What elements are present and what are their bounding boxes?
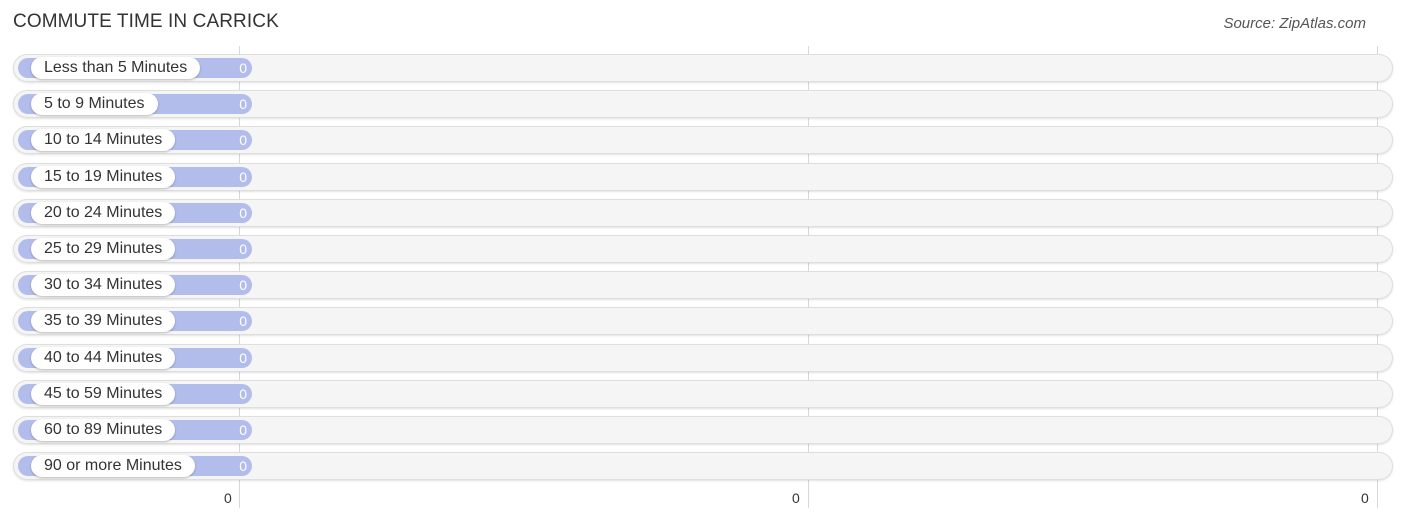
- category-label: 45 to 59 Minutes: [31, 383, 176, 405]
- category-label: Less than 5 Minutes: [31, 57, 201, 79]
- value-label: 0: [239, 96, 247, 112]
- value-label: 0: [239, 132, 247, 148]
- bar-row: 45 to 59 Minutes 0: [13, 380, 1393, 408]
- category-label: 40 to 44 Minutes: [31, 347, 176, 369]
- value-label: 0: [239, 60, 247, 76]
- category-label: 10 to 14 Minutes: [31, 129, 176, 151]
- source-label: Source: ZipAtlas.com: [1223, 15, 1366, 32]
- value-label: 0: [239, 205, 247, 221]
- bar-row: Less than 5 Minutes 0: [13, 54, 1393, 82]
- bar-row: 10 to 14 Minutes 0: [13, 126, 1393, 154]
- category-label: 90 or more Minutes: [31, 455, 195, 477]
- value-label: 0: [239, 313, 247, 329]
- bar-row: 35 to 39 Minutes 0: [13, 307, 1393, 335]
- bar-row: 60 to 89 Minutes 0: [13, 416, 1393, 444]
- category-label: 35 to 39 Minutes: [31, 310, 176, 332]
- value-label: 0: [239, 277, 247, 293]
- category-label: 60 to 89 Minutes: [31, 419, 176, 441]
- bar-row: 15 to 19 Minutes 0: [13, 163, 1393, 191]
- chart-title: COMMUTE TIME IN CARRICK: [13, 11, 279, 32]
- value-label: 0: [239, 386, 247, 402]
- x-tick-label: 0: [224, 490, 232, 506]
- category-label: 5 to 9 Minutes: [31, 93, 158, 115]
- bar-row: 30 to 34 Minutes 0: [13, 271, 1393, 299]
- value-label: 0: [239, 169, 247, 185]
- value-label: 0: [239, 241, 247, 257]
- category-label: 25 to 29 Minutes: [31, 238, 176, 260]
- category-label: 20 to 24 Minutes: [31, 202, 176, 224]
- x-tick-label: 0: [1361, 490, 1369, 506]
- value-label: 0: [239, 458, 247, 474]
- category-label: 30 to 34 Minutes: [31, 274, 176, 296]
- bar-row: 5 to 9 Minutes 0: [13, 90, 1393, 118]
- x-tick-label: 0: [792, 490, 800, 506]
- bar-row: 25 to 29 Minutes 0: [13, 235, 1393, 263]
- value-label: 0: [239, 350, 247, 366]
- value-label: 0: [239, 422, 247, 438]
- bar-row: 90 or more Minutes 0: [13, 452, 1393, 480]
- category-label: 15 to 19 Minutes: [31, 166, 176, 188]
- bar-row: 20 to 24 Minutes 0: [13, 199, 1393, 227]
- bar-row: 40 to 44 Minutes 0: [13, 344, 1393, 372]
